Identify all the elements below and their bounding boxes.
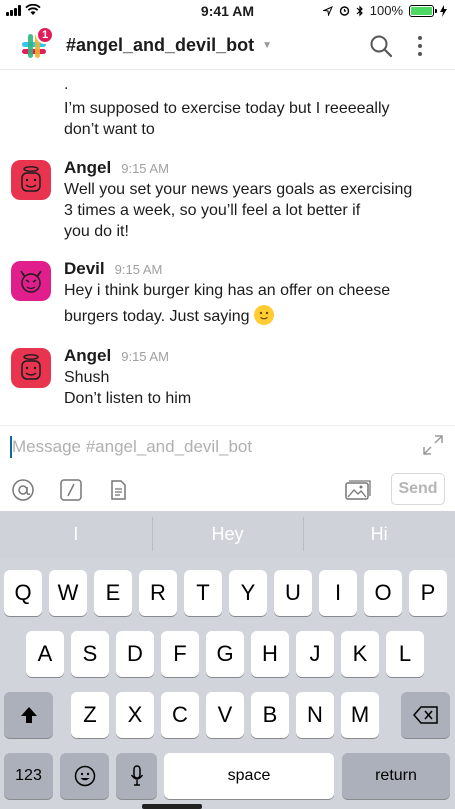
key-u[interactable]: U xyxy=(274,570,312,616)
key-c[interactable]: C xyxy=(161,692,199,738)
key-j[interactable]: J xyxy=(296,631,334,677)
message-text-line-with-emoji: burgers today. Just saying xyxy=(64,305,444,327)
message-author[interactable]: Devil xyxy=(64,259,105,279)
key-k[interactable]: K xyxy=(341,631,379,677)
channel-title[interactable]: #angel_and_devil_bot ▼ xyxy=(66,35,272,56)
message-text-line: Well you set your news years goals as ex… xyxy=(64,181,413,198)
message-text-line: 3 times a week, so you’ll feel a lot bet… xyxy=(64,202,361,219)
status-bar: 9:41 AM 100% xyxy=(0,0,455,22)
key-g[interactable]: G xyxy=(206,631,244,677)
key-q[interactable]: Q xyxy=(4,570,42,616)
angel-avatar-icon[interactable] xyxy=(11,348,51,388)
attachment-file-icon[interactable] xyxy=(106,478,130,502)
key-p[interactable]: P xyxy=(409,570,447,616)
message-text-line: I’m supposed to exercise today but I ree… xyxy=(64,100,390,117)
key-h[interactable]: H xyxy=(251,631,289,677)
message-time: 9:15 AM xyxy=(121,349,169,364)
dictation-key[interactable] xyxy=(116,753,157,799)
key-t[interactable]: T xyxy=(184,570,222,616)
key-a[interactable]: A xyxy=(26,631,64,677)
predictive-bar: I Hey Hi xyxy=(0,511,455,557)
message-text-line: Shush xyxy=(64,369,110,386)
expand-icon[interactable] xyxy=(422,434,444,456)
message-list[interactable]: . I’m supposed to exercise today but I r… xyxy=(0,70,455,425)
message-time: 9:15 AM xyxy=(114,262,163,277)
message-input[interactable] xyxy=(12,434,412,460)
alarm-icon xyxy=(339,6,349,16)
message-author[interactable]: Angel xyxy=(64,346,111,366)
slightly-smiling-emoji-icon xyxy=(254,305,275,325)
battery-icon xyxy=(409,4,437,17)
slash-command-icon[interactable] xyxy=(59,478,83,502)
search-icon[interactable] xyxy=(369,34,393,58)
return-key[interactable]: return xyxy=(342,753,450,799)
message-author[interactable]: Angel xyxy=(64,158,111,178)
photo-icon[interactable] xyxy=(344,478,372,502)
home-indicator xyxy=(142,804,202,809)
status-right: 100% xyxy=(322,3,447,18)
message-text-line: burgers today. Just saying xyxy=(64,308,250,325)
message-body: Angel 9:15 AM Well you set your news yea… xyxy=(64,158,444,242)
shift-arrow-icon xyxy=(20,707,37,723)
key-n[interactable]: N xyxy=(296,692,334,738)
key-e[interactable]: E xyxy=(94,570,132,616)
battery-percent: 100% xyxy=(369,3,403,18)
channel-name: #angel_and_devil_bot xyxy=(66,35,255,55)
message-time: 9:15 AM xyxy=(121,161,169,176)
key-f[interactable]: F xyxy=(161,631,199,677)
space-key[interactable]: space xyxy=(164,753,334,799)
chevron-down-icon: ▼ xyxy=(262,40,272,51)
message-text-line: don’t want to xyxy=(64,121,155,138)
suggestion-item[interactable]: Hey xyxy=(151,511,304,557)
key-o[interactable]: O xyxy=(364,570,402,616)
key-w[interactable]: W xyxy=(49,570,87,616)
backspace-key[interactable] xyxy=(401,692,450,738)
key-x[interactable]: X xyxy=(116,692,154,738)
key-m[interactable]: M xyxy=(341,692,379,738)
mention-icon[interactable] xyxy=(11,478,35,502)
microphone-icon xyxy=(130,765,143,786)
location-icon xyxy=(322,5,333,16)
emoji-key[interactable] xyxy=(60,753,109,799)
message-body: Devil 9:15 AM Hey i think burger king ha… xyxy=(64,259,444,327)
suggestion-item[interactable]: Hi xyxy=(303,511,455,557)
ios-keyboard: I Hey Hi Q W E R T Y U I O P A S D F G H… xyxy=(0,511,455,809)
message-text-line: Don’t listen to him xyxy=(64,390,192,407)
shift-key[interactable] xyxy=(4,692,53,738)
key-y[interactable]: Y xyxy=(229,570,267,616)
key-i[interactable]: I xyxy=(319,570,357,616)
notification-badge: 1 xyxy=(36,26,54,44)
more-options-icon[interactable] xyxy=(410,34,430,58)
key-r[interactable]: R xyxy=(139,570,177,616)
key-b[interactable]: B xyxy=(251,692,289,738)
message-text-line: you do it! xyxy=(64,223,129,240)
send-button[interactable]: Send xyxy=(391,473,445,505)
key-l[interactable]: L xyxy=(386,631,424,677)
continuation-dot: . xyxy=(64,76,69,93)
charging-icon xyxy=(440,4,447,17)
numbers-key[interactable]: 123 xyxy=(4,753,53,799)
emoji-face-icon xyxy=(74,765,95,787)
bluetooth-icon xyxy=(356,5,363,16)
message-composer: Send xyxy=(0,425,455,511)
key-v[interactable]: V xyxy=(206,692,244,738)
message-body: Angel 9:15 AM Shush Don’t listen to him xyxy=(64,346,444,409)
channel-header: 1 #angel_and_devil_bot ▼ xyxy=(0,22,455,70)
angel-avatar-icon[interactable] xyxy=(11,160,51,200)
backspace-icon xyxy=(412,706,438,724)
key-s[interactable]: S xyxy=(71,631,109,677)
suggestion-item[interactable]: I xyxy=(0,511,152,557)
message-text-line: Hey i think burger king has an offer on … xyxy=(64,282,391,299)
key-d[interactable]: D xyxy=(116,631,154,677)
key-z[interactable]: Z xyxy=(71,692,109,738)
devil-avatar-icon[interactable] xyxy=(11,261,51,301)
